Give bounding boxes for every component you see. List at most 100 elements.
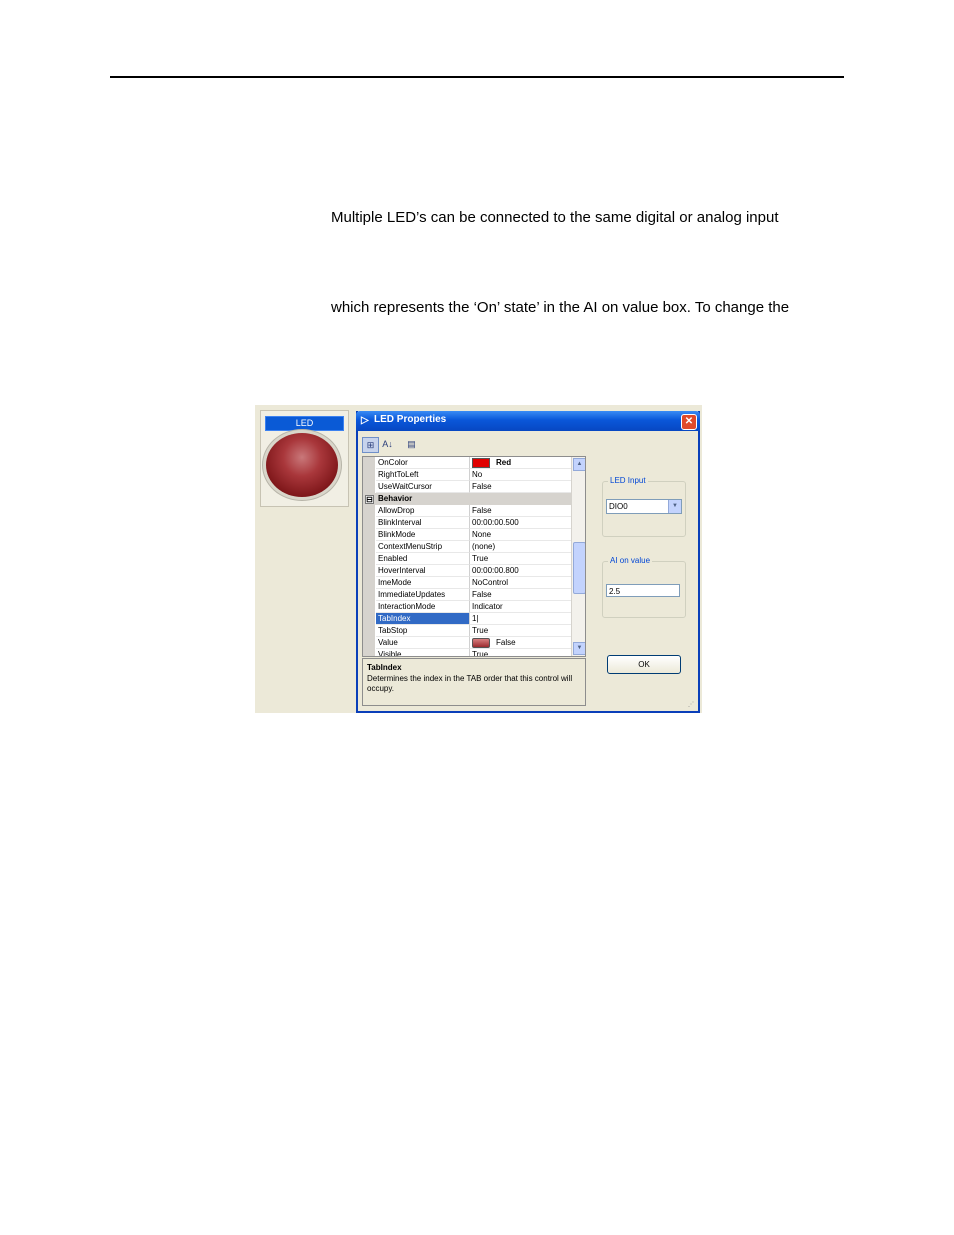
ok-button[interactable]: OK (607, 655, 681, 674)
property-name: Enabled (376, 553, 470, 565)
property-row-interactionmode[interactable]: InteractionMode Indicator (363, 601, 572, 613)
led-properties-dialog: ▷ LED Properties ✕ ⊞ A↓ ▤ OnColor Red Ri… (356, 411, 700, 713)
chevron-down-icon[interactable]: ▼ (668, 500, 681, 513)
property-row-tabstop[interactable]: TabStop True (363, 625, 572, 637)
row-margin (363, 625, 375, 637)
property-value[interactable]: (none) (470, 541, 572, 553)
property-name: UseWaitCursor (376, 481, 470, 493)
property-description-panel: TabIndex Determines the index in the TAB… (362, 658, 586, 706)
property-value[interactable]: 00:00:00.500 (470, 517, 572, 529)
property-name: HoverInterval (376, 565, 470, 577)
property-value: False (496, 638, 516, 647)
scroll-up-icon[interactable]: ▲ (573, 458, 585, 471)
property-row-immediateupdates[interactable]: ImmediateUpdates False (363, 589, 572, 601)
property-value[interactable]: True (470, 649, 572, 656)
property-row-contextmenustrip[interactable]: ContextMenuStrip (none) (363, 541, 572, 553)
property-value[interactable]: False (470, 481, 572, 493)
led-title: LED (265, 416, 344, 431)
property-row-value[interactable]: Value False (363, 637, 572, 649)
property-value-editor[interactable]: 1| (470, 613, 572, 625)
property-value[interactable]: None (470, 529, 572, 541)
scroll-down-icon[interactable]: ▼ (573, 642, 585, 655)
property-row-tabindex[interactable]: TabIndex 1| (363, 613, 572, 625)
property-grid-scrollbar[interactable]: ▲ ▼ (571, 457, 585, 656)
header-rule (110, 76, 844, 78)
row-margin (363, 553, 375, 565)
property-grid-toolbar: ⊞ A↓ ▤ (362, 436, 420, 453)
collapse-icon[interactable]: ⊟ (365, 495, 374, 504)
category-name: Behavior (378, 494, 413, 503)
property-row-blinkinterval[interactable]: BlinkInterval 00:00:00.500 (363, 517, 572, 529)
ai-on-value-input[interactable]: 2.5 (606, 584, 680, 597)
property-name: AllowDrop (376, 505, 470, 517)
property-name: TabIndex (376, 613, 470, 625)
row-margin (363, 541, 375, 553)
row-margin (363, 469, 375, 481)
property-row-imemode[interactable]: ImeMode NoControl (363, 577, 572, 589)
row-margin (363, 481, 375, 493)
property-name: TabStop (376, 625, 470, 637)
row-margin (363, 457, 375, 469)
paragraph-line-2: which represents the ‘On’ state’ in the … (331, 299, 790, 316)
led-control-preview[interactable]: LED (260, 410, 349, 507)
property-value[interactable]: 00:00:00.800 (470, 565, 572, 577)
screenshot-figure: LED ▷ LED Properties ✕ ⊞ A↓ ▤ OnColor Re… (255, 405, 702, 713)
row-margin (363, 565, 375, 577)
property-grid: OnColor Red RightToLeft No UseWaitCursor… (362, 456, 586, 657)
categorized-icon[interactable]: ⊞ (362, 437, 379, 453)
property-name: RightToLeft (376, 469, 470, 481)
property-row-enabled[interactable]: Enabled True (363, 553, 572, 565)
color-swatch (472, 457, 490, 468)
paragraph-line-1: Multiple LED’s can be connected to the s… (331, 209, 779, 226)
property-row-usewaitcursor[interactable]: UseWaitCursor False (363, 481, 572, 493)
description-text: Determines the index in the TAB order th… (367, 674, 573, 693)
property-value[interactable]: No (470, 469, 572, 481)
property-value: Red (496, 458, 512, 467)
scroll-thumb[interactable] (573, 542, 585, 594)
property-name: BlinkInterval (376, 517, 470, 529)
row-margin (363, 613, 375, 625)
property-name: OnColor (376, 457, 470, 469)
row-margin (363, 529, 375, 541)
row-margin (363, 517, 375, 529)
property-name: Visible (376, 649, 470, 656)
row-margin (363, 649, 375, 656)
row-margin (363, 589, 375, 601)
property-value[interactable]: False (470, 505, 572, 517)
property-name: InteractionMode (376, 601, 470, 613)
property-row-hoverinterval[interactable]: HoverInterval 00:00:00.800 (363, 565, 572, 577)
row-margin (363, 601, 375, 613)
property-row-visible[interactable]: Visible True (363, 649, 572, 656)
resize-grip-icon[interactable]: ⋰ (688, 701, 696, 709)
property-value-container[interactable]: Red (470, 457, 572, 469)
led-input-select[interactable]: DIO0 ▼ (606, 499, 682, 514)
property-value[interactable]: True (470, 625, 572, 637)
dialog-titlebar[interactable]: ▷ LED Properties ✕ (356, 411, 700, 431)
property-row-oncolor[interactable]: OnColor Red (363, 457, 572, 469)
row-margin (363, 637, 375, 649)
property-row-allowdrop[interactable]: AllowDrop False (363, 505, 572, 517)
category-behavior[interactable]: ⊟ Behavior (363, 493, 571, 505)
description-title: TabIndex (367, 663, 402, 672)
led-bulb-icon (266, 433, 338, 497)
led-input-value: DIO0 (609, 502, 628, 511)
led-input-group: LED Input DIO0 ▼ (602, 476, 686, 537)
property-name: BlinkMode (376, 529, 470, 541)
property-name: ImmediateUpdates (376, 589, 470, 601)
property-name: ImeMode (376, 577, 470, 589)
property-row-blinkmode[interactable]: BlinkMode None (363, 529, 572, 541)
property-value[interactable]: True (470, 553, 572, 565)
row-margin (363, 505, 375, 517)
property-value[interactable]: NoControl (470, 577, 572, 589)
ai-on-value-group: AI on value 2.5 (602, 556, 686, 618)
alphabetical-sort-icon[interactable]: A↓ (380, 437, 395, 451)
property-value[interactable]: Indicator (470, 601, 572, 613)
property-value-container[interactable]: False (470, 637, 572, 649)
close-button[interactable]: ✕ (681, 414, 697, 430)
dialog-title: LED Properties (374, 414, 447, 425)
property-row-righttoleft[interactable]: RightToLeft No (363, 469, 572, 481)
property-pages-icon[interactable]: ▤ (404, 437, 419, 451)
property-value[interactable]: False (470, 589, 572, 601)
row-margin (363, 577, 375, 589)
ai-on-value-label: AI on value (608, 556, 653, 565)
